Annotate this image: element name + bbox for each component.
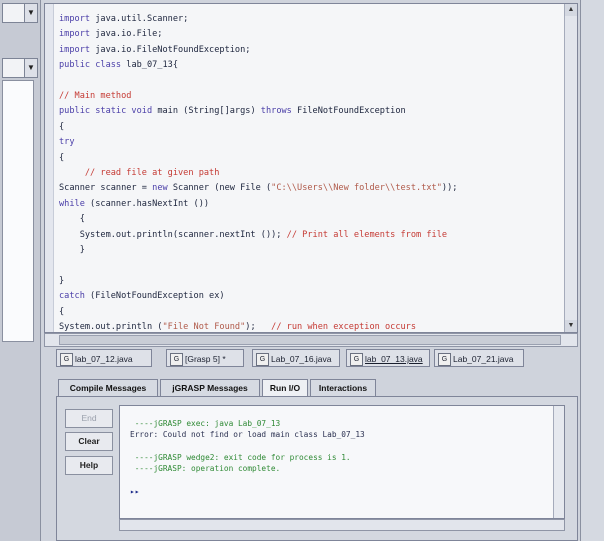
- browse-combo-top[interactable]: ▼: [2, 3, 38, 23]
- browse-combo[interactable]: ▼: [2, 58, 38, 78]
- java-file-icon: G: [256, 353, 269, 366]
- java-file-icon: G: [170, 353, 183, 366]
- file-tab-label: Lab_07_16.java: [271, 354, 332, 364]
- file-tab-label: [Grasp 5] *: [185, 354, 226, 364]
- help-button[interactable]: Help: [65, 456, 113, 475]
- code-line: public class lab_07_13{: [59, 60, 179, 71]
- file-tab-grasp-5[interactable]: G [Grasp 5] *: [166, 349, 244, 367]
- code-line: // read file at given path: [59, 168, 220, 179]
- file-tab-lab-07-16[interactable]: G Lab_07_16.java: [252, 349, 340, 367]
- code-line: import java.util.Scanner;: [59, 14, 189, 24]
- editor-vertical-scrollbar[interactable]: ▲ ▼: [564, 4, 577, 332]
- run-io-panel: End Clear Help ----jGRASP exec: java Lab…: [56, 396, 578, 541]
- code-line: System.out.println ("File Not Found"); /…: [59, 322, 417, 333]
- file-tab-lab-07-13[interactable]: Glab_07_13.java: [346, 349, 430, 367]
- code-line: {: [59, 306, 65, 317]
- source-code[interactable]: import java.util.Scanner; import java.io…: [59, 12, 457, 366]
- scroll-down-icon[interactable]: ▼: [565, 320, 577, 332]
- exec-line: ----jGRASP exec: java Lab_07_13: [130, 419, 281, 428]
- console-horizontal-scrollbar[interactable]: [119, 519, 565, 531]
- chevron-down-icon[interactable]: ▼: [24, 4, 37, 22]
- code-line: {: [59, 121, 65, 132]
- file-browser-tree[interactable]: [2, 80, 34, 342]
- java-file-icon: G: [438, 353, 451, 366]
- error-line: Error: Could not find or load main class…: [130, 430, 365, 440]
- code-line: // Main method: [59, 91, 132, 102]
- file-tab-label: lab_07_12.java: [75, 354, 133, 364]
- exit-code-line: ----jGRASP wedge2: exit code for process…: [130, 452, 351, 462]
- code-line: Scanner scanner = new Scanner (new File …: [59, 183, 458, 194]
- java-file-icon: G: [60, 353, 73, 366]
- file-tab-lab-07-12[interactable]: Glab_07_12.java: [56, 349, 152, 367]
- code-line: import java.io.File;: [59, 29, 163, 40]
- end-button[interactable]: End: [65, 409, 113, 428]
- chevron-down-icon[interactable]: ▼: [24, 59, 37, 77]
- editor-gutter: [45, 4, 54, 332]
- file-tab-label: Lab_07_21.java: [453, 354, 514, 364]
- java-file-icon: G: [350, 353, 363, 366]
- code-line: }: [59, 275, 65, 286]
- scroll-up-icon[interactable]: ▲: [565, 4, 577, 16]
- clear-button[interactable]: Clear: [65, 432, 113, 451]
- file-tab-label: lab_07_13.java: [365, 354, 423, 364]
- complete-line: ----jGRASP: operation complete.: [130, 464, 281, 474]
- file-tab-lab-07-21[interactable]: G Lab_07_21.java: [434, 349, 524, 367]
- code-line: {: [59, 214, 85, 225]
- editor-horizontal-scrollbar[interactable]: [44, 333, 578, 347]
- console-vertical-scrollbar[interactable]: [553, 406, 564, 518]
- code-line: try: [59, 137, 75, 148]
- code-line: System.out.println(scanner.nextInt ()); …: [59, 229, 448, 240]
- code-line: }: [59, 245, 85, 256]
- code-line: catch (FileNotFoundException ex): [59, 291, 225, 302]
- jgrasp-window: ▼ ▼ import java.util.Scanner; import jav…: [0, 0, 604, 541]
- right-side-panel: [580, 0, 604, 541]
- code-line: import java.io.FileNotFoundException;: [59, 44, 251, 55]
- code-editor[interactable]: import java.util.Scanner; import java.io…: [44, 3, 578, 363]
- code-line: while (scanner.hasNextInt ()): [59, 198, 210, 209]
- input-prompt-icon: ▸▸: [130, 486, 140, 496]
- run-output-console[interactable]: ----jGRASP exec: java Lab_07_13 Error: C…: [119, 405, 565, 519]
- code-line: public static void main (String[]args) t…: [59, 106, 406, 117]
- code-line: {: [59, 152, 65, 163]
- browse-panel: ▼ ▼: [0, 0, 41, 541]
- scroll-thumb[interactable]: [59, 335, 561, 345]
- console-text: ----jGRASP exec: java Lab_07_13 Error: C…: [130, 418, 365, 497]
